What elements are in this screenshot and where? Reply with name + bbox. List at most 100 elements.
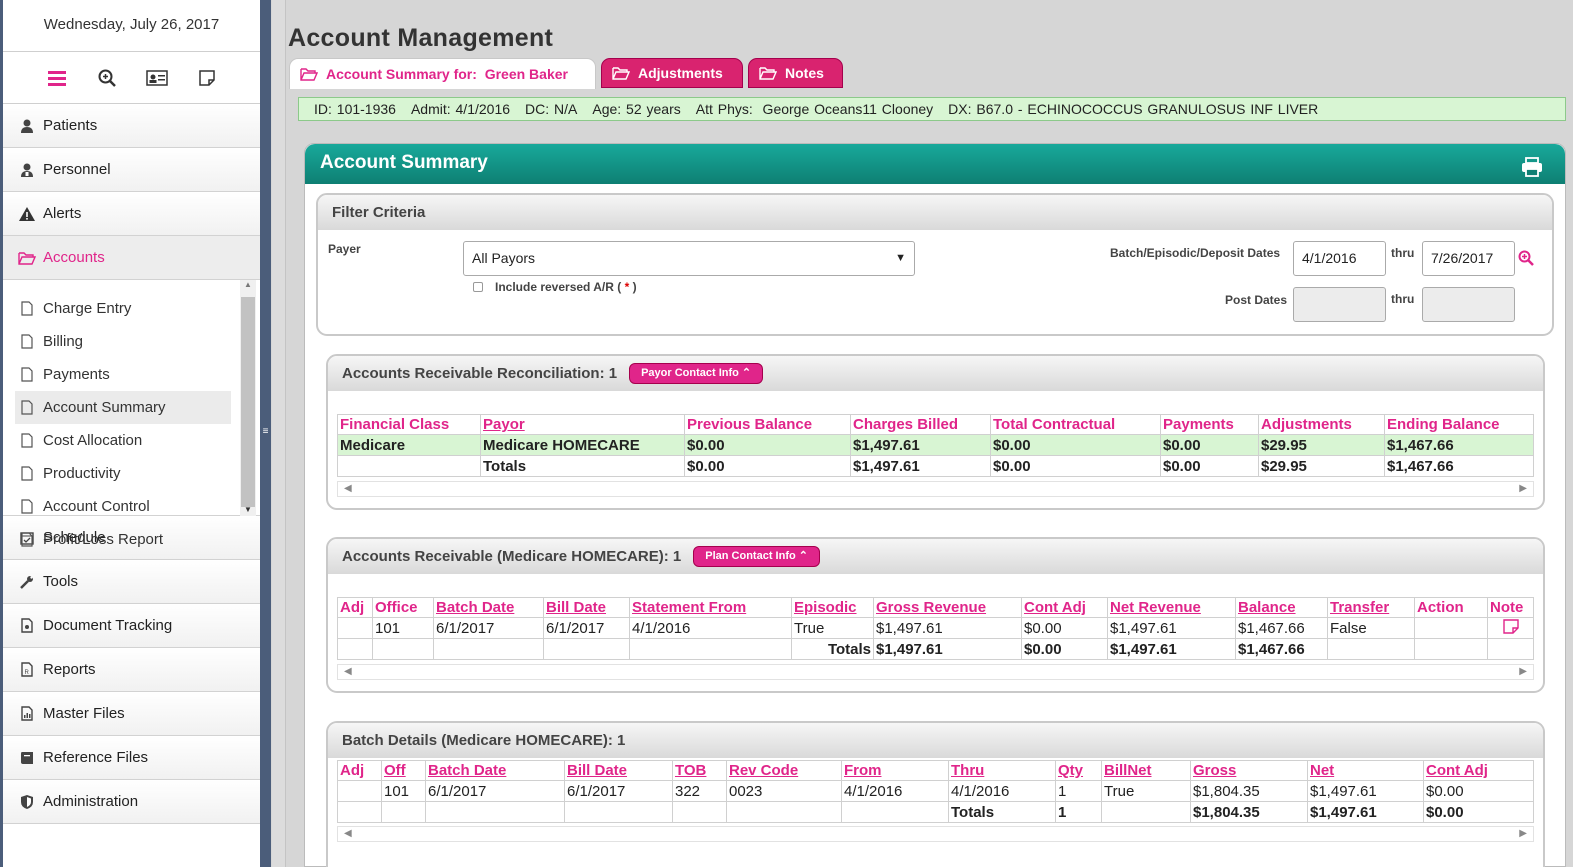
col-payor[interactable]: Payor: [480, 414, 685, 435]
nav-reference-files[interactable]: Reference Files: [3, 736, 260, 780]
col-balance[interactable]: Balance: [1235, 597, 1328, 618]
sub-account-control[interactable]: Account Control: [15, 490, 231, 523]
sub-account-summary[interactable]: Account Summary: [15, 391, 231, 424]
col-billnet[interactable]: BillNet: [1101, 760, 1191, 781]
col-gross[interactable]: Gross: [1190, 760, 1308, 781]
col-qty[interactable]: Qty: [1055, 760, 1102, 781]
col-bill-date-text: Bill Date: [567, 762, 628, 779]
cell: [564, 801, 673, 823]
sticky-note-icon[interactable]: [194, 65, 220, 91]
plan-contact-info-button[interactable]: Plan Contact Info ⌃: [693, 546, 820, 567]
folder-open-icon: [17, 251, 37, 265]
col-rev-code[interactable]: Rev Code: [726, 760, 842, 781]
col-net[interactable]: Net: [1307, 760, 1424, 781]
col-episodic[interactable]: Episodic: [791, 597, 874, 618]
cell: Totals: [948, 801, 1056, 823]
nav-patients[interactable]: Patients: [3, 104, 260, 148]
date-from-input[interactable]: 4/1/2016: [1293, 241, 1386, 276]
document-icon: [17, 618, 37, 633]
cell: $1,467.66: [1235, 617, 1328, 639]
table-row[interactable]: Medicare Medicare HOMECARE $0.00 $1,497.61 $…: [337, 434, 1534, 456]
print-icon[interactable]: [1521, 153, 1543, 191]
table-row[interactable]: 101 6/1/2017 6/1/2017 4/1/2016 True $1,497.61…: [337, 617, 1534, 639]
post-date-from-input[interactable]: [1293, 287, 1386, 322]
post-date-to-input[interactable]: [1422, 287, 1515, 322]
menu-icon[interactable]: [44, 65, 70, 91]
sidebar-splitter[interactable]: ≡: [260, 0, 271, 867]
col-net-revenue[interactable]: Net Revenue: [1107, 597, 1236, 618]
cell: $0.00: [1021, 638, 1108, 660]
table-row[interactable]: 101 6/1/2017 6/1/2017 322 0023 4/1/2016 4/1/20…: [337, 780, 1534, 802]
nav-alerts[interactable]: Alerts: [3, 192, 260, 236]
batch-details-title: Batch Details (Medicare HOMECARE): 1: [342, 732, 626, 749]
submenu-scrollbar[interactable]: ▲ ▼: [240, 280, 256, 516]
scroll-down-arrow-icon[interactable]: ▼: [244, 505, 252, 514]
col-tob[interactable]: TOB: [672, 760, 727, 781]
col-off[interactable]: Off: [381, 760, 426, 781]
sub-productivity[interactable]: Productivity: [15, 457, 231, 490]
col-cont-adj[interactable]: Cont Adj: [1423, 760, 1534, 781]
col-transfer[interactable]: Transfer: [1327, 597, 1415, 618]
col-cont-adj[interactable]: Cont Adj: [1021, 597, 1108, 618]
tab-account-summary[interactable]: Account Summary for: Green Baker: [289, 58, 596, 89]
col-from[interactable]: From: [841, 760, 949, 781]
note-icon[interactable]: [1502, 618, 1519, 638]
scroll-right-icon[interactable]: ▶: [1519, 666, 1527, 677]
payor-contact-info-button[interactable]: Payor Contact Info ⌃: [629, 363, 764, 384]
include-reversed-end: ): [632, 280, 637, 294]
nav-reports[interactable]: R Reports: [3, 648, 260, 692]
batch-details-table: Adj Off Batch Date Bill Date TOB Rev Cod…: [337, 760, 1534, 823]
scroll-up-arrow-icon[interactable]: ▲: [244, 280, 252, 289]
search-zoom-icon[interactable]: [94, 65, 120, 91]
col-bill-date[interactable]: Bill Date: [543, 597, 630, 618]
col-net-text: Net: [1310, 762, 1335, 779]
sub-charge-entry[interactable]: Charge Entry: [15, 292, 231, 325]
col-bill-date[interactable]: Bill Date: [564, 760, 673, 781]
cell: $1,467.66: [1384, 455, 1534, 477]
horizontal-scrollbar[interactable]: ◀ ▶: [337, 481, 1534, 497]
nav-personnel[interactable]: Personnel: [3, 148, 260, 192]
scrollbar-thumb[interactable]: [241, 297, 255, 507]
col-batch-date[interactable]: Batch Date: [433, 597, 544, 618]
col-gross-revenue[interactable]: Gross Revenue: [873, 597, 1022, 618]
nav-label: Reports: [43, 661, 96, 678]
thru-label: thru: [1391, 246, 1415, 260]
scroll-right-icon[interactable]: ▶: [1519, 483, 1527, 494]
splitter-grip-icon[interactable]: ≡: [260, 427, 271, 442]
col-financial-class[interactable]: Financial Class: [337, 414, 481, 435]
horizontal-scrollbar[interactable]: ◀ ▶: [337, 664, 1534, 680]
cell: $1,497.61: [873, 617, 1022, 639]
col-batch-date[interactable]: Batch Date: [425, 760, 565, 781]
scroll-right-icon[interactable]: ▶: [1519, 828, 1527, 839]
cell: [337, 638, 373, 660]
sub-cost-allocation[interactable]: Cost Allocation: [15, 424, 231, 457]
search-zoom-icon[interactable]: [1518, 250, 1534, 269]
svg-text:R: R: [25, 670, 30, 676]
nav-tools[interactable]: Tools: [3, 560, 260, 604]
nav-master-files[interactable]: Master Files: [3, 692, 260, 736]
sub-payments[interactable]: Payments: [15, 358, 231, 391]
chart-file-icon: [17, 706, 37, 721]
id-card-icon[interactable]: [144, 65, 170, 91]
nav-accounts[interactable]: Accounts: [3, 236, 260, 280]
tab-notes[interactable]: Notes: [748, 58, 843, 88]
date-to-input[interactable]: 7/26/2017: [1422, 241, 1515, 276]
col-thru-text: Thru: [951, 762, 985, 779]
accounts-receivable-title: Accounts Receivable (Medicare HOMECARE):…: [342, 548, 682, 565]
scroll-left-icon[interactable]: ◀: [344, 828, 352, 839]
col-statement-from[interactable]: Statement From: [629, 597, 792, 618]
nav-administration[interactable]: Administration: [3, 780, 260, 824]
col-thru[interactable]: Thru: [948, 760, 1056, 781]
horizontal-scrollbar[interactable]: ◀ ▶: [337, 826, 1534, 842]
include-reversed-checkbox[interactable]: [473, 282, 483, 292]
sub-profit-loss-report[interactable]: Profit/Loss Report: [15, 523, 231, 556]
col-office: Office: [372, 597, 434, 618]
nav-document-tracking[interactable]: Document Tracking: [3, 604, 260, 648]
scroll-left-icon[interactable]: ◀: [344, 666, 352, 677]
sub-label: Account Control: [43, 498, 150, 515]
tab-adjustments[interactable]: Adjustments: [601, 58, 743, 88]
scroll-left-icon[interactable]: ◀: [344, 483, 352, 494]
sub-billing[interactable]: Billing: [15, 325, 231, 358]
col-transfer-text: Transfer: [1330, 599, 1390, 616]
payer-select[interactable]: All Payors ▼: [463, 241, 915, 276]
